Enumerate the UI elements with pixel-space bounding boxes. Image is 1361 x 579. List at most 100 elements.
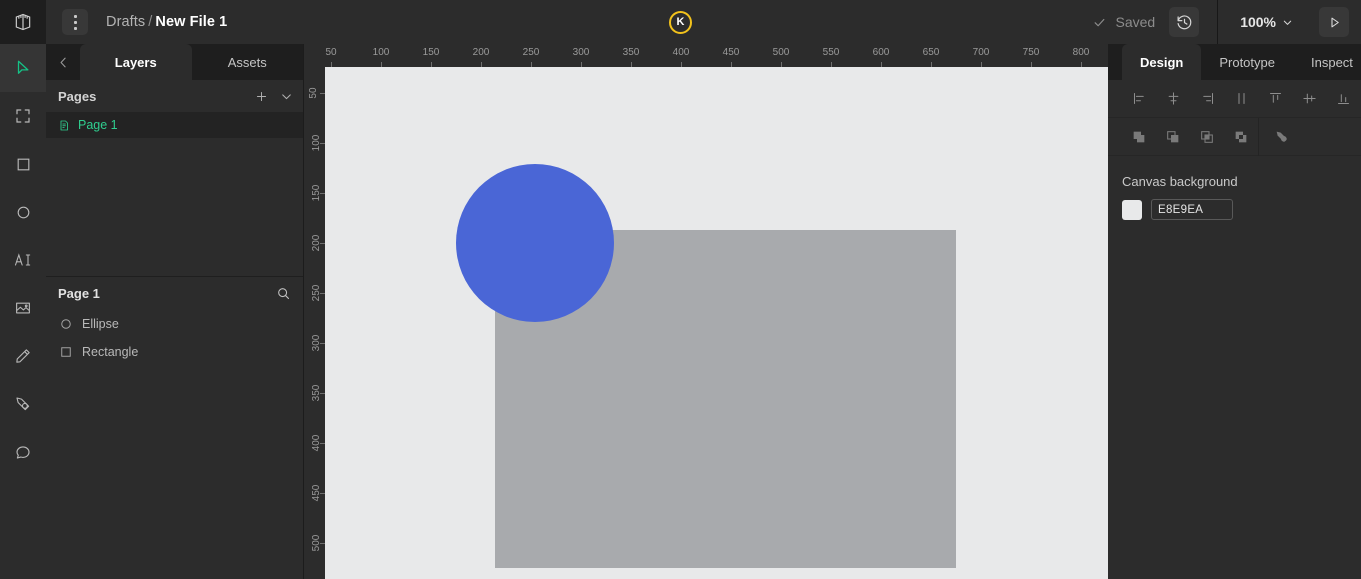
breadcrumb-filename[interactable]: New File 1 <box>155 14 227 30</box>
version-history-button[interactable] <box>1169 7 1200 37</box>
ruler-h-tick <box>331 62 332 67</box>
breadcrumb-separator: / <box>148 14 153 30</box>
ruler-h-label: 50 <box>325 47 337 58</box>
main-menu-button[interactable] <box>62 9 88 35</box>
move-tool[interactable] <box>0 44 46 92</box>
align-bottom-icon[interactable] <box>1328 84 1358 114</box>
vertical-ruler[interactable]: 50 100 150 200 250 300 350 400 450 500 <box>304 44 325 579</box>
canvas-background-hex-input[interactable]: E8E9EA <box>1151 199 1233 220</box>
present-button[interactable] <box>1319 7 1349 37</box>
ruler-h-label: 600 <box>872 47 890 58</box>
tab-layers[interactable]: Layers <box>80 44 192 80</box>
image-tool[interactable] <box>0 284 46 332</box>
toolbar-divider <box>1217 0 1219 44</box>
collapse-pages-button[interactable] <box>280 90 293 103</box>
play-icon <box>1330 17 1339 27</box>
text-ai-icon <box>14 253 31 266</box>
page-list-item[interactable]: Page 1 <box>46 112 303 138</box>
right-panel-tabs: Design Prototype Inspect <box>1108 44 1361 80</box>
ruler-h-label: 800 <box>1072 47 1090 58</box>
ruler-h-label: 750 <box>1022 47 1040 58</box>
frame-tool[interactable] <box>0 92 46 140</box>
ruler-h-tick <box>431 62 432 67</box>
text-tool[interactable] <box>0 236 46 284</box>
version-history-icon <box>1177 14 1192 29</box>
pen-tool[interactable] <box>0 380 46 428</box>
rectangle-tool[interactable] <box>0 140 46 188</box>
chevron-down-icon <box>282 93 291 99</box>
boolean-group <box>1108 118 1258 156</box>
chevron-left-icon <box>60 57 66 67</box>
flatten-group <box>1259 118 1299 156</box>
ellipse-tool[interactable] <box>0 188 46 236</box>
ruler-h-label: 300 <box>572 47 590 58</box>
save-status: Saved <box>1093 14 1169 30</box>
tab-assets[interactable]: Assets <box>192 44 304 80</box>
app-logo[interactable] <box>0 0 46 44</box>
pages-section-actions <box>255 90 293 103</box>
image-icon <box>16 302 30 314</box>
ellipse-shape[interactable] <box>456 164 614 322</box>
ruler-h-tick <box>681 62 682 67</box>
figma-book-logo-icon <box>15 13 31 31</box>
left-toolbar <box>0 44 46 579</box>
ruler-h-tick <box>531 62 532 67</box>
align-horizontal-center-icon[interactable] <box>1158 84 1188 114</box>
distribute-horizontal-icon[interactable] <box>1226 84 1256 114</box>
ruler-h-tick <box>831 62 832 67</box>
layer-row[interactable]: Rectangle <box>46 338 303 366</box>
align-top-icon[interactable] <box>1260 84 1290 114</box>
pencil-tool[interactable] <box>0 332 46 380</box>
tab-prototype[interactable]: Prototype <box>1201 44 1293 80</box>
layer-row[interactable]: Ellipse <box>46 310 303 338</box>
tab-layers-label: Layers <box>114 54 157 70</box>
subtract-selection-icon[interactable] <box>1158 122 1188 152</box>
comment-tool[interactable] <box>0 428 46 476</box>
collapse-panel-button[interactable] <box>46 44 80 80</box>
boolean-toolbar <box>1108 117 1361 156</box>
ruler-h-label: 200 <box>472 47 490 58</box>
ruler-v-tick <box>320 493 325 494</box>
horizontal-align-group <box>1108 80 1258 118</box>
intersect-selection-icon[interactable] <box>1192 122 1222 152</box>
canvas-surface[interactable] <box>325 67 1108 579</box>
breadcrumb-root[interactable]: Drafts <box>106 14 145 30</box>
ruler-h-tick <box>481 62 482 67</box>
tab-inspect[interactable]: Inspect <box>1293 44 1361 80</box>
ruler-corner <box>304 44 325 67</box>
search-layers-button[interactable] <box>276 286 291 301</box>
add-page-button[interactable] <box>255 90 268 103</box>
align-left-icon[interactable] <box>1124 84 1154 114</box>
flatten-selection-icon[interactable] <box>1267 122 1297 152</box>
canvas-background-title: Canvas background <box>1122 174 1238 189</box>
avatar[interactable]: K <box>669 10 692 34</box>
square-icon <box>17 158 29 170</box>
canvas-background-swatch[interactable] <box>1122 199 1142 220</box>
cursor-arrow-icon <box>17 60 29 74</box>
ruler-v-tick <box>320 543 325 544</box>
page-file-icon <box>60 120 68 130</box>
pages-empty-space <box>46 138 303 276</box>
layer-row-label: Rectangle <box>82 345 139 359</box>
top-bar: Drafts / New File 1 K Saved 100% <box>0 0 1361 44</box>
square-icon <box>61 347 71 357</box>
horizontal-ruler[interactable]: 50 100 150 200 250 300 350 400 450 500 550 600 650 70… <box>304 44 1108 67</box>
frame-icon <box>16 109 30 123</box>
align-right-icon[interactable] <box>1192 84 1222 114</box>
union-selection-icon[interactable] <box>1124 122 1154 152</box>
chevron-down-icon <box>1283 20 1292 25</box>
ruler-h-tick <box>731 62 732 67</box>
zoom-control[interactable]: 100% <box>1240 14 1293 30</box>
figma-editor-window: Drafts / New File 1 K Saved 100% Layers … <box>0 0 1361 579</box>
layers-section-title: Page 1 <box>58 286 100 301</box>
canvas-background-control: E8E9EA <box>1108 199 1361 220</box>
align-vertical-center-icon[interactable] <box>1294 84 1324 114</box>
tab-design[interactable]: Design <box>1122 44 1202 80</box>
canvas-area[interactable]: 50 100 150 200 250 300 350 400 450 500 550 600 650 70… <box>304 44 1108 579</box>
exclude-selection-icon[interactable] <box>1226 122 1256 152</box>
ruler-h-tick <box>881 62 882 67</box>
left-panel: Layers Assets Pages Page 1 Page 1 Ellips… <box>46 44 304 579</box>
ruler-h-tick <box>381 62 382 67</box>
alignment-toolbar <box>1108 80 1361 118</box>
kebab-menu-icon <box>73 14 77 18</box>
